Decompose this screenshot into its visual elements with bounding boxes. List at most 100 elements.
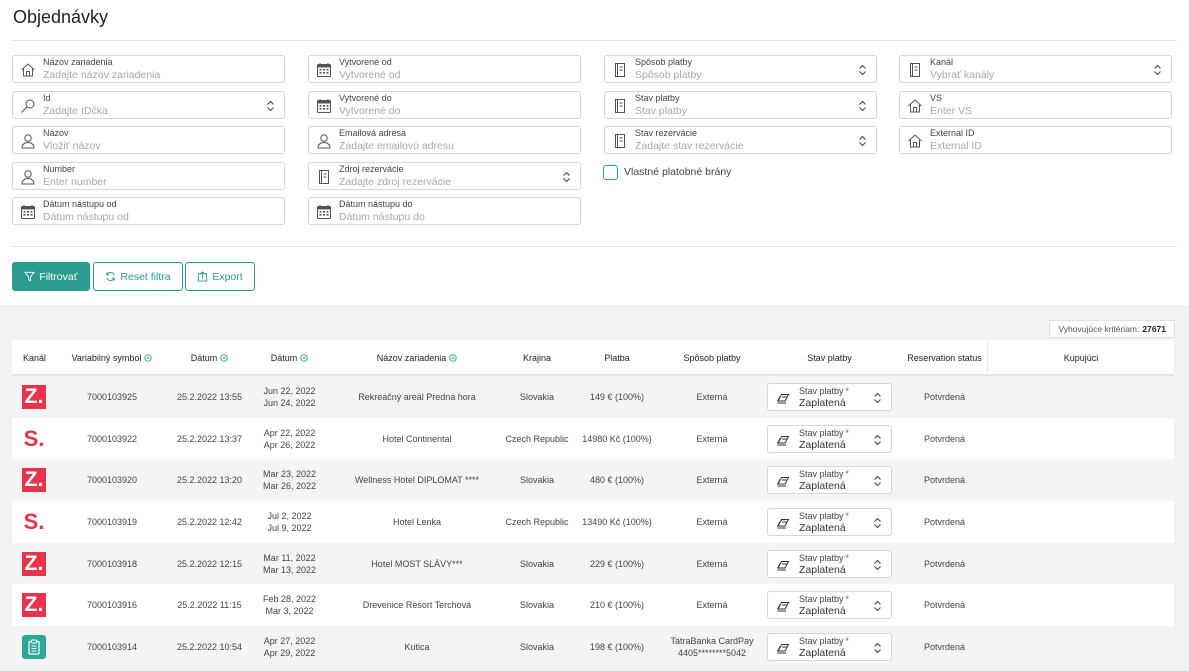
payment-status-select[interactable]: Stav platby * Zaplatená [767, 633, 892, 662]
country: Slovakia [519, 391, 555, 402]
column-header-date2[interactable]: Dátum [252, 340, 327, 376]
filter-icon [24, 271, 36, 282]
payment-status-select[interactable]: Stav platby * Zaplatená [767, 549, 892, 578]
reset-filter-button[interactable]: Reset filtra [93, 262, 183, 291]
stay-from: Mar 23, 2022 [262, 469, 317, 480]
payment-status-select[interactable]: Stav platby * Zaplatená [767, 466, 892, 495]
vs-field[interactable]: VS Enter VS [899, 91, 1172, 119]
reservation-status: Potvrdená [923, 475, 966, 486]
checkin-to-field[interactable]: Dátum nástupu do Dátum nástupu do [308, 197, 581, 225]
chevron-updown-icon [873, 642, 882, 654]
column-header-vs[interactable]: Variabilný symbol [57, 340, 167, 376]
external-id-field[interactable]: External ID External ID [899, 126, 1172, 154]
column-header-label: Spôsob platby [683, 353, 741, 363]
sort-icon[interactable] [144, 354, 153, 362]
country: Czech Republic [505, 433, 569, 444]
field-placeholder: Enter VS [930, 105, 973, 117]
person-icon [20, 133, 36, 149]
table-row[interactable]: S. 7000103919 25.2.2022 12:42 Jul 2, 2022 Ju… [12, 501, 1174, 543]
field-label: External ID [930, 128, 975, 138]
table-row[interactable]: 7000103914 25.2.2022 10:54 Apr 27, 2022 Apr… [12, 626, 1174, 668]
created-from-field[interactable]: Vytvorené od Vytvorené od [308, 55, 581, 83]
reservation-status-select[interactable]: Stav rezervácie Zadajte stav rezervácie [604, 126, 877, 154]
export-button[interactable]: Export [185, 262, 255, 291]
calendar-icon [316, 62, 332, 78]
filter-button[interactable]: Filtrovať [12, 262, 90, 291]
channel-select[interactable]: Kanál Vybrať kanály [899, 55, 1172, 83]
name-field[interactable]: Názov Vložiť názov [12, 126, 285, 154]
payment-status-select[interactable]: Stav platby Stav platby [604, 91, 877, 119]
column-header-payment-method: Spôsob platby [667, 340, 757, 376]
column-header-label: Názov zariadenia [376, 353, 447, 363]
variable-symbol: 7000103914 [86, 641, 138, 652]
variable-symbol: 7000103920 [86, 475, 138, 486]
payment-method-select[interactable]: Spôsob platby Spôsob platby [604, 55, 877, 83]
table-row[interactable]: Z. 7000103925 25.2.2022 13:55 Jun 22, 2022 J… [12, 376, 1174, 418]
sort-icon[interactable] [220, 354, 228, 362]
header-divider [12, 40, 1177, 41]
payment-status-label: Stav platby * [799, 511, 850, 522]
payment-status-select[interactable]: Stav platby * Zaplatená [767, 591, 892, 620]
chevron-updown-icon [266, 100, 275, 112]
created-date: 25.2.2022 12:15 [176, 558, 243, 569]
checkin-from-field[interactable]: Dátum nástupu od Dátum nástupu od [12, 197, 285, 225]
email-field[interactable]: Emailová adresa Zadajte emailovú adresu [308, 126, 581, 154]
number-field[interactable]: Number Enter number [12, 162, 285, 190]
field-label: Zdroj rezervácie [339, 164, 404, 174]
stay-to: Apr 29, 2022 [263, 647, 316, 658]
field-placeholder: Enter number [43, 176, 107, 188]
channel-logo-s: S. [23, 509, 45, 535]
clipboard-icon [22, 635, 46, 660]
column-header-label: Variabilný symbol [71, 353, 142, 363]
reservation-source-select[interactable]: Zdroj rezervácie Zadajte zdroj rezervácie [308, 162, 581, 190]
reservation-status: Potvrdená [923, 600, 966, 611]
custom-gateways-checkbox[interactable] [603, 165, 618, 180]
sort-icon[interactable] [300, 354, 308, 362]
card-payment-icon [776, 599, 790, 613]
export-icon [197, 271, 208, 282]
card-payment-icon [776, 391, 790, 405]
reservation-status: Potvrdená [923, 641, 966, 652]
payment-status-select[interactable]: Stav platby * Zaplatená [767, 383, 892, 411]
filter-divider [12, 246, 1177, 247]
column-header-facility[interactable]: Názov zariadenia [327, 340, 507, 376]
payment-amount: 149 € (100%) [589, 391, 645, 402]
book-icon [907, 62, 923, 78]
column-header-reservation-status: Reservation status [902, 340, 987, 376]
payment-amount: 210 € (100%) [589, 600, 645, 611]
payment-status-select[interactable]: Stav platby * Zaplatená [767, 424, 892, 453]
field-label: Kanál [930, 57, 954, 67]
payment-status-value: Zaplatená [799, 397, 846, 409]
column-header-channel: Kanál [12, 340, 57, 376]
stay-from: Apr 22, 2022 [263, 427, 316, 438]
payment-status-value: Zaplatená [799, 605, 846, 618]
id-select[interactable]: Id Zadajte IDčka [12, 91, 285, 119]
field-placeholder: Spôsob platby [635, 69, 702, 81]
created-to-field[interactable]: Vytvorené do Vytvorené do [308, 91, 581, 119]
facility-name-field[interactable]: Názov zariadenia Zadajte názov zariadenia [12, 55, 285, 83]
stay-to: Mar 26, 2022 [262, 481, 317, 492]
payment-status-value: Zaplatená [799, 647, 846, 660]
payment-status-select[interactable]: Stav platby * Zaplatená [767, 508, 892, 537]
table-row[interactable]: S. 7000103922 25.2.2022 13:37 Apr 22, 2022 A… [12, 418, 1174, 460]
card-payment-icon [776, 516, 790, 530]
column-header-label: Stav platby [807, 353, 852, 363]
column-header-date[interactable]: Dátum [167, 340, 252, 376]
stay-to: Jul 9, 2022 [267, 522, 312, 533]
column-header-label: Kupujúci [1063, 353, 1099, 363]
field-label: Spôsob platby [635, 57, 693, 67]
variable-symbol: 7000103918 [86, 558, 138, 569]
table-row[interactable]: Z. 7000103918 25.2.2022 12:15 Mar 11, 2022 M… [12, 542, 1174, 585]
stay-to: Apr 26, 2022 [263, 439, 316, 450]
custom-gateways-label: Vlastné platobné brány [624, 166, 732, 178]
sort-icon[interactable] [449, 354, 457, 362]
table-row[interactable]: Z. 7000103916 25.2.2022 11:15 Feb 28, 2022 M… [12, 584, 1174, 626]
payment-method: Externá [696, 433, 728, 444]
table-row[interactable]: Z. 7000103920 25.2.2022 13:20 Mar 23, 2022 M… [12, 459, 1174, 502]
results-count: Vyhovujúce kritériam: 27671 [1049, 320, 1175, 338]
field-placeholder: Stav platby [635, 105, 687, 117]
reservation-status: Potvrdená [923, 391, 966, 402]
payment-method: Externá [696, 600, 728, 611]
card-payment-icon [776, 433, 790, 447]
payment-status-value: Zaplatená [799, 522, 846, 535]
